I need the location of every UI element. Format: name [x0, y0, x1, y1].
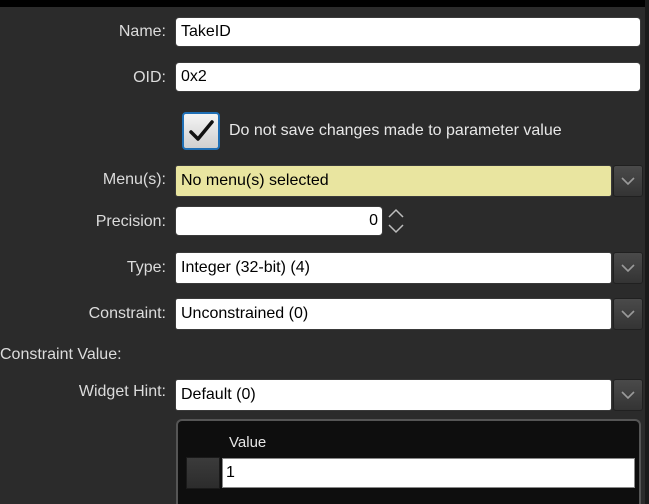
no-save-label: Do not save changes made to parameter va… [229, 122, 562, 139]
name-label: Name: [118, 23, 166, 40]
chevron-down-icon [621, 391, 635, 399]
top-strip [0, 0, 649, 7]
menus-label: Menu(s): [102, 171, 166, 188]
constraint-value-label: Constraint Value: [0, 346, 122, 363]
value-cell[interactable]: 1 [222, 458, 635, 488]
chevron-down-icon [621, 264, 635, 272]
widget-hint-select[interactable]: Default (0) [175, 379, 612, 411]
chevron-down-icon [621, 310, 635, 318]
oid-label: OID: [133, 69, 166, 86]
constraint-label: Constraint: [88, 305, 166, 322]
oid-field[interactable]: 0x2 [175, 62, 641, 92]
precision-spin-buttons[interactable] [384, 206, 408, 236]
no-save-checkbox[interactable] [182, 112, 220, 150]
widget-hint-dropdown-button[interactable] [613, 379, 643, 411]
name-field[interactable]: TakeID [175, 17, 641, 47]
row-header[interactable] [186, 457, 220, 489]
widget-hint-label: Widget Hint: [78, 383, 166, 400]
type-select[interactable]: Integer (32-bit) (4) [175, 252, 612, 284]
type-dropdown-button[interactable] [613, 252, 643, 284]
window-edge [645, 0, 649, 504]
chevron-down-icon [621, 177, 635, 185]
precision-input[interactable]: 0 [175, 206, 383, 236]
checkmark-icon [189, 120, 214, 141]
constraint-select[interactable]: Unconstrained (0) [175, 298, 612, 330]
precision-label: Precision: [95, 213, 166, 230]
menus-select[interactable]: No menu(s) selected [175, 165, 612, 197]
constraint-dropdown-button[interactable] [613, 298, 643, 330]
menus-dropdown-button[interactable] [613, 165, 643, 197]
value-column-header[interactable]: Value [229, 433, 266, 453]
type-label: Type: [126, 259, 166, 276]
spin-up-down-icon [388, 208, 404, 234]
